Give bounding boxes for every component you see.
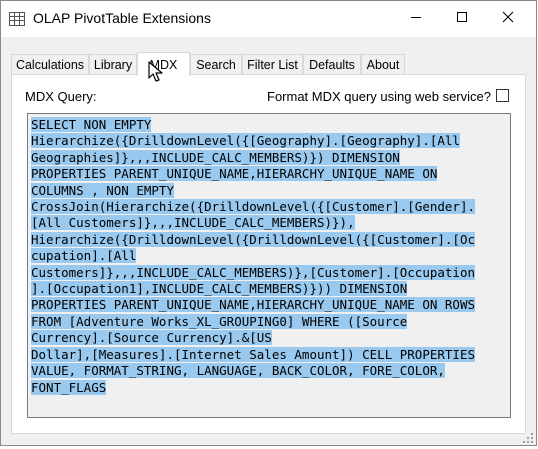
query-line: PROPERTIES PARENT_UNIQUE_NAME,HIERARCHY_… [31,166,438,182]
query-line: ].[Occupation1],INCLUDE_CALC_MEMBERS)}))… [31,281,408,297]
window-title: OLAP PivotTable Extensions [33,10,211,26]
mdx-query-label: MDX Query: [25,89,97,104]
query-line: FONT_FLAGS [31,379,107,395]
query-line: Currency].[Source Currency].&[US [31,330,272,346]
format-option-label: Format MDX query using web service? [267,89,491,104]
query-line: FROM [Adventure Works_XL_GROUPING0] WHER… [31,313,408,329]
minimize-button[interactable] [393,1,439,37]
title-bar[interactable]: OLAP PivotTable Extensions [1,1,536,37]
mouse-pointer-icon [148,61,164,88]
app-table-icon [9,11,25,27]
close-icon [502,10,514,28]
tab-library[interactable]: Library [89,54,137,74]
query-line: CrossJoin(Hierarchize({DrilldownLevel({[… [31,199,476,215]
close-button[interactable] [485,1,531,37]
query-line: [All Customers]},,,INCLUDE_CALC_MEMBERS)… [31,215,355,231]
tab-calculations[interactable]: Calculations [11,54,89,74]
resize-grip-icon[interactable] [522,431,534,443]
minimize-icon [410,10,422,28]
query-line: Hierarchize({DrilldownLevel({[Geography]… [31,133,460,149]
mdx-panel: MDX Query: Format MDX query using web se… [11,74,526,434]
tab-about[interactable]: About [361,54,405,74]
maximize-icon [456,10,468,28]
tab-defaults[interactable]: Defaults [303,54,361,74]
dialog-window: OLAP PivotTable Extensions Calculations … [0,0,537,446]
query-line: cupation].[All [31,248,137,264]
query-line: COLUMNS , NON EMPTY [31,182,174,198]
mdx-query-textbox[interactable]: SELECT NON EMPTY Hierarchize({DrilldownL… [27,113,511,418]
format-mdx-checkbox[interactable] [496,89,509,102]
query-line: Dollar],[Measures].[Internet Sales Amoun… [31,346,476,362]
query-line: Hierarchize({DrilldownLevel({DrilldownLe… [31,231,476,247]
tab-filter-list[interactable]: Filter List [242,54,303,74]
query-line: Customers]},,,INCLUDE_CALC_MEMBERS)},[Cu… [31,264,476,280]
query-line: VALUE, FORMAT_STRING, LANGUAGE, BACK_COL… [31,363,445,379]
mdx-query-text[interactable]: SELECT NON EMPTY Hierarchize({DrilldownL… [31,117,476,396]
query-line: PROPERTIES PARENT_UNIQUE_NAME,HIERARCHY_… [31,297,476,313]
maximize-button[interactable] [439,1,485,37]
tab-search[interactable]: Search [190,54,242,74]
query-line: SELECT NON EMPTY [31,117,152,132]
query-line: Geographies]},,,INCLUDE_CALC_MEMBERS)}) … [31,149,400,165]
